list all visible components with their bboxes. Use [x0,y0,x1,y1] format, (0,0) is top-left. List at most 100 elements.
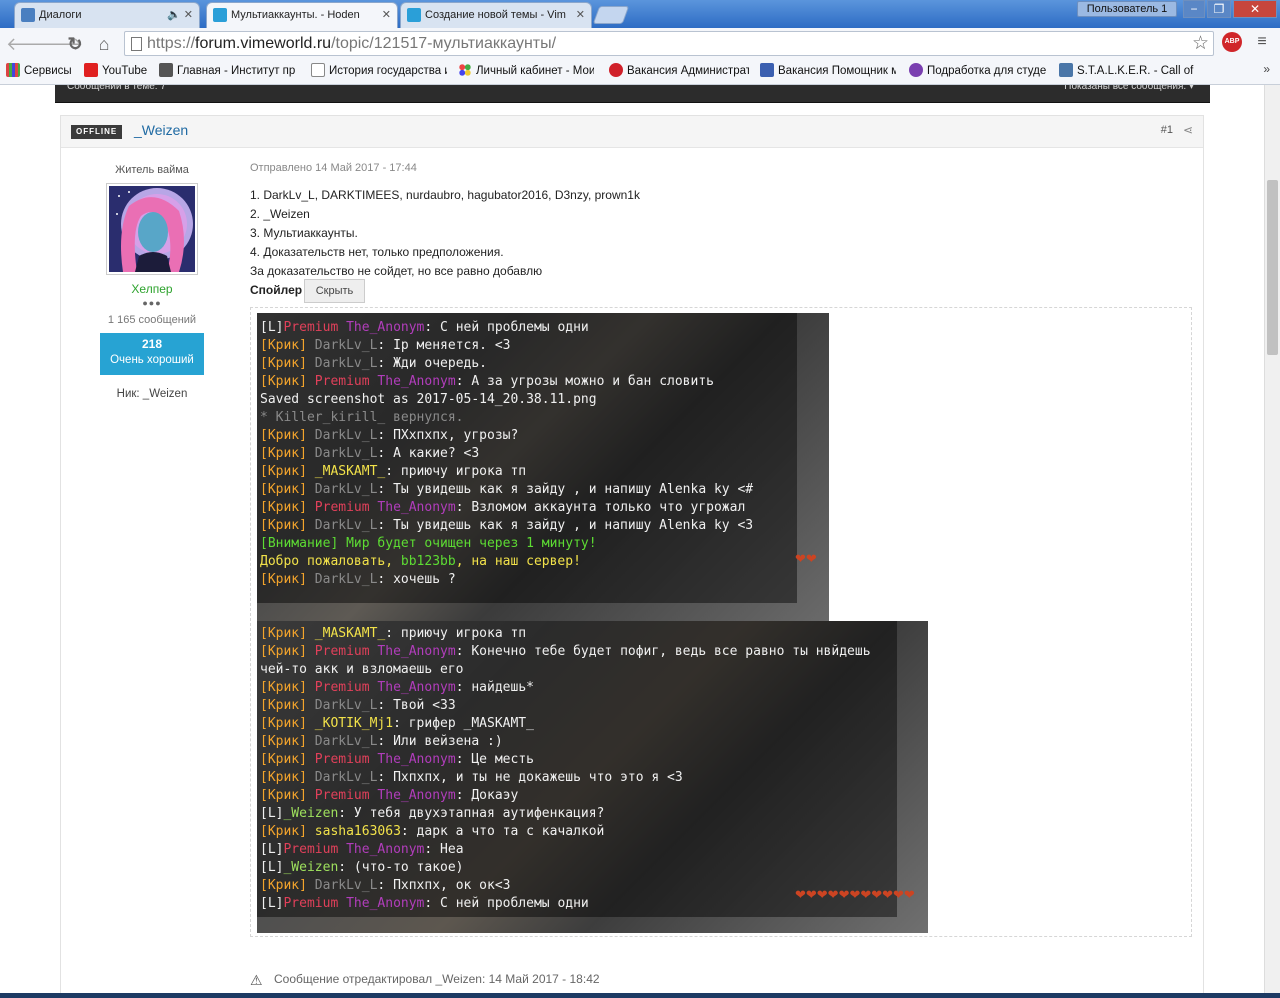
address-bar[interactable]: https://forum.vimeworld.ru/topic/121517-… [124,31,1214,56]
chat-segment: [Крик] [260,824,315,839]
tab-title: Мультиаккаунты. - Hoden [231,9,360,21]
bookmark-cabinet[interactable]: Личный кабинет - Мои [458,63,594,79]
chat-segment: [Крик] [260,338,315,353]
url-text[interactable]: https://forum.vimeworld.ru/topic/121517-… [147,35,556,53]
bookmark-star-icon[interactable]: ☆ [1192,32,1209,55]
taskbar [0,993,1280,998]
bookmark-vacancy-helper[interactable]: Вакансия Помощник ме [760,63,896,79]
bookmark-label: История государства и [329,65,447,77]
author-info: Житель вайма Хелпер ●●● 1 165 сообщений … [79,164,225,400]
chat-line: [Внимание] Мир будет очищен через 1 мину… [260,535,597,553]
scales-icon [159,63,173,77]
bookmark-vacancy-admin[interactable]: Вакансия Администрат [609,63,749,79]
chat-segment: [L] [260,320,284,335]
chat-segment: : Жди очередь. [377,356,487,371]
reload-icon[interactable]: ↻ [64,33,86,55]
profile-user-label[interactable]: Пользователь 1 [1077,1,1177,17]
bookmark-label: Сервисы [24,65,72,77]
topic-info-strip: Сообщений в теме: 7 Показаны все сообщен… [55,85,1210,103]
share-icon[interactable]: ⋖ [1183,123,1193,137]
maximize-button[interactable]: ❐ [1207,0,1231,18]
chat-line: [Крик] DarkLv_L: Пхпхпх, ок ок<3 [260,877,510,895]
chat-segment: : Докаэу [455,788,519,803]
chat-line: [Крик] Premium The_Anonym: Конечно тебе … [260,643,871,661]
post-body: 1. DarkLv_L, DARKTIMEES, nurdaubro, hagu… [250,186,640,281]
chat-segment: DarkLv_L [314,698,378,713]
vimeworld-favicon-icon [213,8,227,22]
bookmarks-more-icon[interactable]: » [1263,62,1270,76]
chat-segment: The_Anonym [346,842,425,857]
chat-segment: : дарк а что та с качалкой [400,824,605,839]
bookmark-youtube[interactable]: YouTube [84,63,154,79]
tab-multiaccounts[interactable]: Мультиаккаунты. - Hoden ✕ [206,2,398,28]
q-icon [909,63,923,77]
scrollbar-thumb[interactable] [1267,180,1278,355]
doc-icon [760,63,774,77]
chat-segment: The_Anonym [377,644,456,659]
post-header: OFFLINE _Weizen #1 ⋖ [61,116,1203,148]
bookmark-label: Личный кабинет - Мои [476,65,594,77]
chat-line: [Крик] DarkLv_L: хочешь ? [260,571,456,589]
tab-new-topic[interactable]: Создание новой темы - Vim ✕ [400,2,592,28]
chat-line: [L]Premium The_Anonym: С ней проблемы од… [260,895,589,913]
chat-line: [L]_Weizen: (что-то такое) [260,859,464,877]
post-number-link[interactable]: #1 [1161,124,1173,136]
post-line: 3. Мультиаккаунты. [250,226,358,240]
bookmark-student-job[interactable]: Подработка для студе [909,63,1047,79]
close-tab-icon[interactable]: ✕ [382,3,391,27]
chat-segment: : Неа [424,842,464,857]
spoiler-toggle-button[interactable]: Скрыть [304,279,365,303]
browser-chrome: Диалоги 🔈 ✕ Мультиаккаунты. - Hoden ✕ Со… [0,0,1280,85]
filter-dropdown[interactable]: Показаны все сообщения. ▾ [1064,85,1194,94]
new-tab-button[interactable] [592,6,630,24]
bookmark-history[interactable]: История государства и [311,63,447,79]
close-tab-icon[interactable]: ✕ [576,3,585,27]
chat-segment: DarkLv_L [314,734,378,749]
reputation-value: 218 [141,337,163,351]
chat-screenshot-2[interactable]: [Крик] _MASKAMT_: приючу игрока тп [Крик]… [257,621,928,933]
bookmarks-bar: Сервисы YouTube Главная - Институт пр Ис… [0,59,1280,85]
chat-line: [Крик] _KOTIK_Mj1: грифер _MASKAMT_ [260,715,534,733]
tab-dialogs[interactable]: Диалоги 🔈 ✕ [14,2,200,28]
chat-segment: Saved screenshot as 2017-05-14_20.38.11.… [260,392,597,407]
chat-segment: _KOTIK_Mj1 [314,716,394,731]
chat-screenshot-1[interactable]: [L]Premium The_Anonym: С ней проблемы од… [257,313,829,621]
chat-segment: [Крик] [260,626,315,641]
chat-segment: Premium [314,680,378,695]
chat-segment: Premium [314,788,378,803]
chat-segment: The_Anonym [346,320,425,335]
avatar[interactable] [106,183,198,275]
back-arrow-icon[interactable]: 🡐 [6,33,54,55]
minimize-button[interactable]: − [1183,0,1205,18]
chat-line: [Крик] Premium The_Anonym: А за угрозы м… [260,373,714,391]
chat-segment: [L] [260,842,284,857]
speaker-icon: 🔈 ✕ [167,9,193,21]
chat-segment: * Killer_kirill_ вернулся. [260,410,464,425]
vimeworld-favicon-icon [407,8,421,22]
close-window-button[interactable]: ✕ [1233,0,1277,18]
author-link[interactable]: _Weizen [134,122,188,138]
menu-icon[interactable]: ≡ [1254,32,1270,52]
chat-segment: [Крик] [260,482,315,497]
chat-line: [Крик] DarkLv_L: ПХхпхпх, угрозы? [260,427,518,445]
bookmark-label: Вакансия Администрат [627,65,749,77]
chat-segment: : Твой <33 [377,698,456,713]
chat-segment: Premium [283,842,347,857]
reputation-badge: 218 Очень хороший [100,333,204,375]
scrollbar[interactable] [1264,85,1280,998]
page-content: Сообщений в теме: 7 Показаны все сообщен… [0,85,1264,998]
bookmark-institute[interactable]: Главная - Институт пр [159,63,304,79]
adblock-icon[interactable]: ABP [1222,32,1242,52]
chat-line: [L]Premium The_Anonym: С ней проблемы од… [260,319,589,337]
chat-segment: Premium [314,644,378,659]
chat-segment: : приючу игрока тп [385,626,527,641]
chat-line: [Крик] sasha163063: дарк а что та с кача… [260,823,604,841]
bookmark-services[interactable]: Сервисы [6,63,78,79]
rank-pips: ●●● [142,298,162,308]
home-icon[interactable]: ⌂ [93,33,115,55]
chat-segment: [Крик] [260,752,315,767]
forum-post: OFFLINE _Weizen #1 ⋖ Житель вайма Хелпер… [60,115,1204,998]
forward-arrow-icon[interactable]: 🡒 [35,33,83,55]
edit-note: Сообщение отредактировал _Weizen: 14 Май… [274,972,600,986]
bookmark-stalker[interactable]: S.T.A.L.K.E.R. - Call of [1059,63,1195,79]
